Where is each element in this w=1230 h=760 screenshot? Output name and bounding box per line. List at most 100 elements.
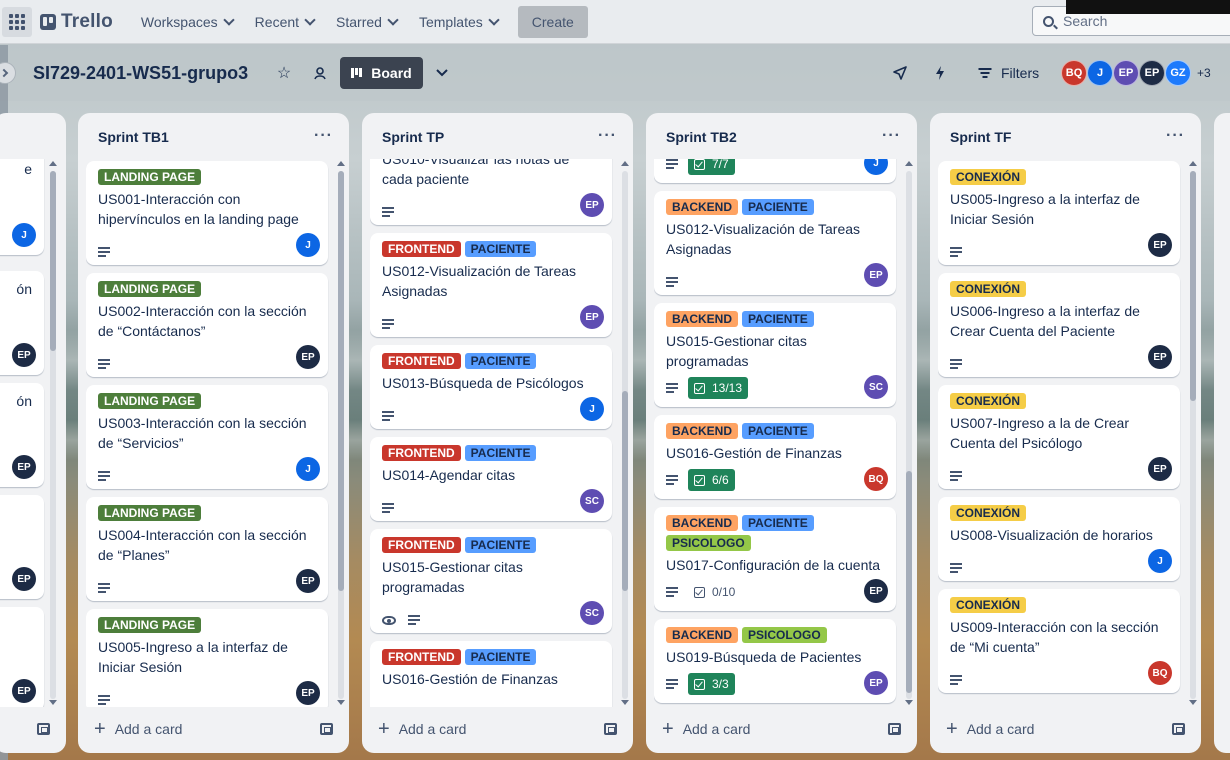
avatar[interactable]: SC [864,375,888,399]
trello-logo[interactable]: Trello [40,11,113,33]
avatar[interactable]: J [1148,549,1172,573]
avatar[interactable]: GZ [1165,60,1191,86]
scroll-up-icon[interactable] [905,161,913,166]
card-label[interactable]: CONEXIÓN [950,281,1027,297]
card[interactable]: BACKEND PACIENTE PSICOLOGO US017-Configurac… [654,507,896,611]
card-label[interactable]: LANDING PAGE [98,393,202,409]
scroll-thumb[interactable] [906,471,912,693]
card-label[interactable]: PACIENTE [742,311,814,327]
more-icon[interactable]: ··· [598,127,617,145]
scroll-up-icon[interactable] [1189,161,1197,166]
avatar[interactable]: J [864,159,888,175]
avatar[interactable]: EP [1148,345,1172,369]
card-label[interactable]: FRONTEND [382,445,461,461]
card[interactable]: CONEXIÓN US005-Ingreso a la interfaz de I… [938,161,1180,265]
add-card-button[interactable]: + Add a card [94,719,182,739]
template-icon[interactable] [888,723,901,735]
avatar[interactable]: EP [12,679,36,703]
card[interactable]: BACKEND PACIENTE US012-Visualización de Ta… [654,191,896,295]
scroll-thumb[interactable] [1190,171,1196,401]
template-icon[interactable] [320,723,333,735]
card[interactable]: LANDING PAGE US002-Interacción con la sec… [86,273,328,377]
scroll-down-icon[interactable] [337,700,345,705]
avatar[interactable]: BQ [1148,661,1172,685]
card[interactable]: ón EP [0,271,44,375]
card-label[interactable]: PACIENTE [742,423,814,439]
avatar[interactable]: EP [1139,60,1165,86]
nav-recent[interactable]: Recent [245,6,324,38]
card[interactable]: FRONTEND PACIENTE US013-Búsqueda de Psicól… [370,345,612,429]
board-members[interactable]: BQ J EP EP GZ +3 [1061,60,1211,86]
card-label[interactable]: FRONTEND [382,241,461,257]
list-title[interactable]: Sprint TB2 [666,129,737,145]
card-label[interactable]: BACKEND [666,423,738,439]
card-label[interactable]: PACIENTE [742,199,814,215]
list-scrollbar[interactable] [48,161,57,705]
scroll-down-icon[interactable] [49,700,57,705]
avatar[interactable]: EP [296,569,320,593]
card[interactable]: CONEXIÓN US006-Ingreso a la interfaz de C… [938,273,1180,377]
more-icon[interactable]: ··· [882,127,901,145]
list-scrollbar[interactable] [620,161,629,705]
scroll-thumb[interactable] [338,171,344,591]
card[interactable]: CONEXIÓN US007-Ingreso a la de Crear Cuen… [938,385,1180,489]
board-title[interactable]: SI729-2401-WS51-grupo3 [33,63,248,84]
card-label[interactable]: BACKEND [666,311,738,327]
scroll-thumb[interactable] [50,171,56,351]
scroll-up-icon[interactable] [337,161,345,166]
card[interactable]: FRONTEND PACIENTE US012-Visualización de T… [370,233,612,337]
template-icon[interactable] [604,723,617,735]
card-label[interactable]: CONEXIÓN [950,505,1027,521]
avatar[interactable]: EP [12,567,36,591]
list-scrollbar[interactable] [904,161,913,705]
card-label[interactable]: PSICOLOGO [666,535,751,551]
card-label[interactable]: LANDING PAGE [98,505,202,521]
card[interactable]: CONEXIÓN US009-Interacción con la sección… [938,589,1180,693]
avatar[interactable]: J [296,233,320,257]
avatar[interactable]: EP [580,193,604,217]
card-label[interactable]: PACIENTE [464,649,537,665]
avatar[interactable]: J [12,223,36,247]
card-label[interactable]: PACIENTE [742,515,814,531]
card[interactable]: 7/7 J [654,159,896,183]
avatar[interactable]: BQ [1061,60,1087,86]
list-title[interactable]: Sprint TF [950,129,1011,145]
avatar[interactable]: J [580,397,604,421]
star-icon[interactable]: ☆ [270,59,298,87]
card-label[interactable]: BACKEND [666,627,738,643]
card-label[interactable]: LANDING PAGE [98,281,202,297]
scroll-thumb[interactable] [622,391,628,591]
card[interactable]: ón EP [0,383,44,487]
scroll-down-icon[interactable] [905,700,913,705]
chevron-down-icon[interactable] [428,59,456,87]
avatar[interactable]: EP [1148,457,1172,481]
card[interactable]: EP [0,495,44,599]
avatar[interactable]: EP [1148,233,1172,257]
card[interactable]: CONEXIÓN US008-Visualización de horarios J [938,497,1180,581]
card-label[interactable]: PSICOLOGO [742,627,827,643]
nav-workspaces[interactable]: Workspaces [131,6,243,38]
avatar[interactable]: SC [580,601,604,625]
card-label[interactable]: FRONTEND [382,537,461,553]
avatar[interactable]: EP [296,345,320,369]
send-icon[interactable] [886,59,914,87]
more-members-count[interactable]: +3 [1197,66,1211,80]
card-label[interactable]: LANDING PAGE [98,169,202,185]
people-icon[interactable] [306,59,334,87]
avatar[interactable]: EP [864,671,888,695]
list-scrollbar[interactable] [336,161,345,705]
card-label[interactable]: LANDING PAGE [98,617,202,633]
avatar[interactable]: EP [864,263,888,287]
template-icon[interactable] [1172,723,1185,735]
nav-starred[interactable]: Starred [326,6,407,38]
card[interactable]: FRONTEND PACIENTE US014-Agendar citas SC [370,437,612,521]
card-label[interactable]: BACKEND [666,199,738,215]
card[interactable]: LANDING PAGE US003-Interacción con la sec… [86,385,328,489]
card-label[interactable]: PACIENTE [464,445,537,461]
card-label[interactable]: PACIENTE [464,537,537,553]
more-icon[interactable]: ··· [1166,127,1185,145]
bolt-icon[interactable] [926,59,954,87]
card[interactable]: LANDING PAGE US005-Ingreso a la interfaz … [86,609,328,707]
avatar[interactable]: EP [12,343,36,367]
board-view-button[interactable]: Board [340,57,423,89]
